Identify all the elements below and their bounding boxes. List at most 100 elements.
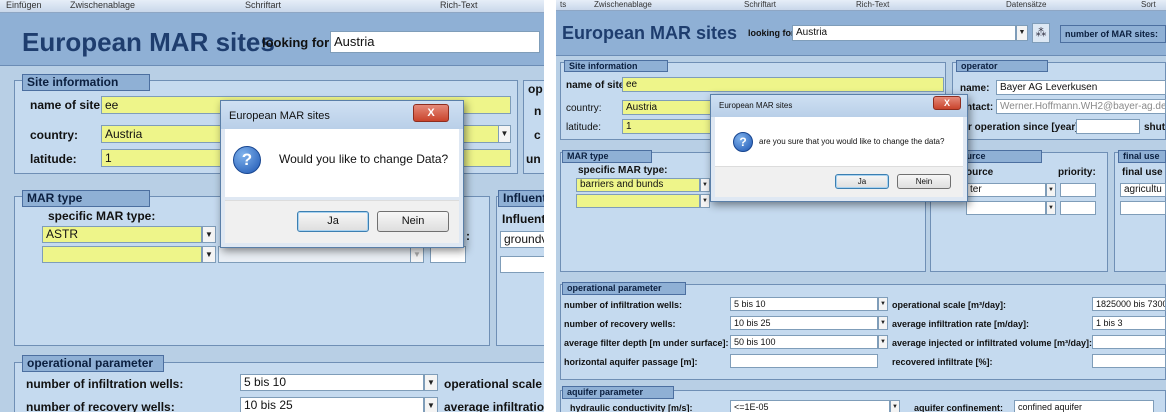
specific-mar-type-select-2[interactable]: [576, 194, 700, 208]
influent-label: Influent: [502, 212, 544, 226]
final-use-label: final use: [1122, 167, 1163, 178]
infiltration-wells-select[interactable]: 5 bis 10: [730, 297, 878, 311]
looking-for-input[interactable]: Austria: [330, 31, 540, 53]
specific-mar-type-select[interactable]: ASTR: [42, 226, 202, 243]
recovery-wells-dropdown-arrow[interactable]: ▼: [878, 316, 888, 330]
specific-mar-type-dropdown-arrow-2[interactable]: ▼: [700, 194, 710, 208]
ribbon-group-richtext[interactable]: Rich-Text: [856, 0, 889, 9]
final-use-select[interactable]: agricultu: [1120, 183, 1166, 197]
injected-volume-label: average injected or infiltrated volume […: [892, 338, 1093, 348]
specific-mar-type-dropdown-arrow-2[interactable]: ▼: [202, 246, 216, 263]
operator-name-label: name:: [960, 83, 990, 94]
influent-select[interactable]: groundv: [500, 231, 544, 248]
aquifer-confinement-select[interactable]: confined aquifer: [1014, 400, 1154, 412]
specific-mar-type-select[interactable]: barriers and bunds: [576, 178, 700, 192]
specific-mar-type-label: specific MAR type:: [578, 165, 668, 176]
hydraulic-conductivity-label: hydraulic conductivity [m/s]:: [570, 403, 693, 412]
source-select[interactable]: ter: [966, 183, 1046, 197]
ribbon-group-richtext[interactable]: Rich-Text: [440, 0, 478, 10]
left-screenshot-panel: Einfügen Zwischenablage Schriftart Rich-…: [0, 0, 544, 412]
recovered-infiltrate-input[interactable]: [1092, 354, 1166, 368]
ribbon-group-font[interactable]: Schriftart: [245, 0, 281, 10]
dialog-close-icon[interactable]: X: [933, 96, 961, 110]
horizontal-aquifer-passage-label: horizontal aquifer passage [m]:: [564, 357, 698, 367]
operational-header: operational parameter: [22, 355, 164, 372]
hydraulic-conductivity-dropdown-arrow[interactable]: ▼: [890, 400, 900, 412]
priority-label: priority:: [1058, 167, 1096, 178]
looking-for-input[interactable]: Austria: [792, 25, 1016, 41]
source-dropdown-arrow-2[interactable]: ▼: [1046, 201, 1056, 215]
specific-mar-type-dropdown-arrow[interactable]: ▼: [202, 226, 216, 243]
operational-scale-label: operational scale [m³/day]:: [892, 300, 1007, 310]
specific-mar-type-select-2[interactable]: [42, 246, 202, 263]
site-info-header: Site information: [22, 74, 150, 91]
operation-since-input[interactable]: [1076, 119, 1140, 134]
recovery-wells-label: number of recovery wells:: [564, 319, 676, 329]
ribbon-group-font[interactable]: Schriftart: [744, 0, 776, 9]
injected-volume-input[interactable]: [1092, 335, 1166, 349]
average-infiltration-rate-label: average infiltration rate [m/day]:: [892, 319, 1030, 329]
country-label: country:: [30, 128, 78, 142]
infiltration-wells-dropdown-arrow[interactable]: ▼: [424, 374, 438, 391]
looking-for-dropdown-arrow[interactable]: ▼: [1016, 25, 1028, 41]
ribbon-group-clipboard[interactable]: Zwischenablage: [594, 0, 652, 9]
source-dropdown-arrow[interactable]: ▼: [1046, 183, 1056, 197]
site-name-input[interactable]: ee: [622, 77, 944, 92]
priority-input-2[interactable]: [1060, 201, 1096, 215]
mar-type-header: MAR type: [562, 150, 652, 163]
dialog-footer: Ja Nein: [715, 166, 963, 197]
yes-button[interactable]: Ja: [297, 211, 369, 232]
site-name-label: name of site:: [566, 80, 628, 91]
source-dropdown-arrow-behind[interactable]: ▼: [410, 246, 424, 263]
operator-contact-label-cut: c: [534, 128, 541, 142]
average-filter-depth-select[interactable]: 50 bis 100: [730, 335, 878, 349]
confirm-dialog: European MAR sites X ? Would you like to…: [220, 100, 464, 248]
influent-select-2[interactable]: [500, 256, 544, 273]
final-use-header: final use: [1118, 150, 1166, 163]
priority-input[interactable]: [1060, 183, 1096, 197]
infiltration-wells-label: number of infiltration wells:: [26, 377, 184, 391]
ribbon-group-records[interactable]: Datensätze: [1006, 0, 1046, 9]
average-filter-depth-dropdown-arrow[interactable]: ▼: [878, 335, 888, 349]
no-button[interactable]: Nein: [897, 174, 951, 189]
hydraulic-conductivity-select[interactable]: <=1E-05: [730, 400, 890, 412]
ribbon-bar: Einfügen Zwischenablage Schriftart Rich-…: [0, 0, 544, 13]
ribbon-group-sort[interactable]: Sort: [1141, 0, 1156, 9]
looking-for-label: looking for: [262, 35, 330, 50]
operator-contact-input[interactable]: Werner.Hoffmann.WH2@bayer-ag.de: [996, 99, 1166, 114]
mar-type-header: MAR type: [22, 190, 150, 207]
binoculars-icon[interactable]: ⁂: [1032, 23, 1050, 43]
operator-name-input[interactable]: Bayer AG Leverkusen: [996, 80, 1166, 95]
yes-button[interactable]: Ja: [835, 174, 889, 189]
ribbon-group-paste[interactable]: Einfügen: [6, 0, 42, 10]
infiltration-wells-dropdown-arrow[interactable]: ▼: [878, 297, 888, 311]
horizontal-aquifer-passage-input[interactable]: [730, 354, 878, 368]
ribbon-group-clipboard[interactable]: Zwischenablage: [70, 0, 135, 10]
source-label: ource: [966, 167, 994, 178]
operational-scale-input[interactable]: 1825000 bis 730000: [1092, 297, 1166, 311]
shut-down-label: shut d: [1144, 122, 1166, 133]
operator-since-label-cut: un: [526, 152, 541, 166]
recovery-wells-select[interactable]: 10 bis 25: [730, 316, 878, 330]
average-infiltration-rate-input[interactable]: 1 bis 3: [1092, 316, 1166, 330]
ribbon-group-paste[interactable]: ts: [560, 0, 566, 9]
recovery-wells-select[interactable]: 10 bis 25: [240, 397, 424, 412]
no-button[interactable]: Nein: [377, 211, 449, 232]
dialog-body: ? Would you like to change Data?: [225, 129, 459, 197]
country-dropdown-arrow[interactable]: ▼: [498, 125, 511, 143]
dialog-footer: Ja Nein: [225, 200, 459, 243]
specific-mar-type-label: specific MAR type:: [48, 209, 156, 223]
source-select-behind-dialog[interactable]: [218, 246, 414, 263]
final-use-select-2[interactable]: [1120, 201, 1166, 215]
page-title: European MAR sites: [562, 23, 738, 43]
recovery-wells-dropdown-arrow[interactable]: ▼: [424, 397, 438, 412]
confirm-dialog: European MAR sites X ? are you sure that…: [710, 94, 968, 202]
dialog-close-icon[interactable]: X: [413, 104, 449, 122]
form-header: European MAR sites looking for Austria: [0, 13, 544, 66]
average-filter-depth-label: average filter depth [m under surface]:: [564, 338, 729, 348]
specific-mar-type-dropdown-arrow[interactable]: ▼: [700, 178, 710, 192]
dialog-body: ? are you sure that you would like to ch…: [715, 117, 963, 167]
priority-input-behind[interactable]: [430, 246, 466, 263]
infiltration-wells-select[interactable]: 5 bis 10: [240, 374, 424, 391]
source-select-2[interactable]: [966, 201, 1046, 215]
